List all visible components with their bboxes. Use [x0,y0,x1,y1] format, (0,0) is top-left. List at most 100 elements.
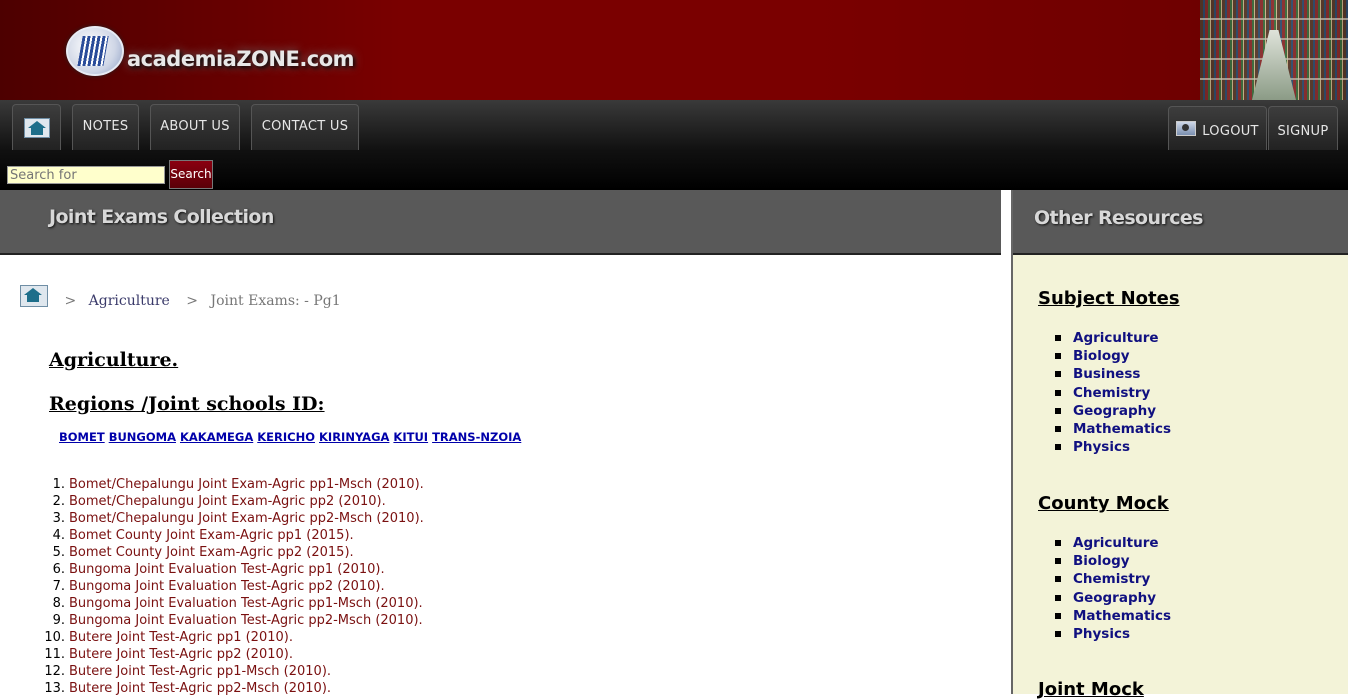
breadcrumb-current: Joint Exams: - Pg1 [210,293,341,309]
county-mock-link-chemistry[interactable]: Chemistry [1073,571,1150,587]
exam-paper-item: 13. Butere Joint Test-Agric pp2-Msch (201… [20,680,424,697]
home-icon [23,118,50,138]
subject-notes-item: Biology [1055,347,1171,365]
exam-paper-link[interactable]: Bungoma Joint Evaluation Test-Agric pp2-… [69,613,423,628]
subject-notes-link-agriculture[interactable]: Agriculture [1073,330,1159,346]
nav-about-label: ABOUT US [160,119,230,134]
joint-mock-heading[interactable]: Joint Mock [1038,679,1144,700]
county-mock-link-biology[interactable]: Biology [1073,553,1130,569]
exam-paper-number: 9. [52,613,65,628]
exam-paper-number: 11. [44,647,65,662]
breadcrumb: > Agriculture > Joint Exams: - Pg1 [20,285,341,309]
breadcrumb-subject-link[interactable]: Agriculture [89,293,170,309]
region-link-trans-nzoia[interactable]: TRANS-NZOIA [432,430,521,444]
county-mock-heading[interactable]: County Mock [1038,493,1169,514]
nav-contact-label: CONTACT US [261,119,349,134]
exam-paper-item: 1. Bomet/Chepalungu Joint Exam-Agric pp1-… [20,476,424,493]
exam-paper-number: 7. [52,579,65,594]
breadcrumb-separator: > [64,293,77,309]
exam-paper-link[interactable]: Bomet County Joint Exam-Agric pp1 (2015)… [69,528,354,543]
exam-paper-item: 6. Bungoma Joint Evaluation Test-Agric pp… [20,561,424,578]
exam-paper-item: 2. Bomet/Chepalungu Joint Exam-Agric pp2 … [20,493,424,510]
exam-paper-item: 8. Bungoma Joint Evaluation Test-Agric pp… [20,595,424,612]
exam-paper-item: 3. Bomet/Chepalungu Joint Exam-Agric pp2-… [20,510,424,527]
exam-paper-link[interactable]: Bungoma Joint Evaluation Test-Agric pp1-… [69,596,423,611]
exam-paper-link[interactable]: Bomet/Chepalungu Joint Exam-Agric pp1-Ms… [69,477,424,492]
subject-notes-link-physics[interactable]: Physics [1073,439,1130,455]
nav-logout-tab[interactable]: LOGOUT [1168,106,1267,150]
nav-notes-tab[interactable]: NOTES [72,104,139,150]
subject-notes-link-business[interactable]: Business [1073,366,1140,382]
exam-paper-item: 9. Bungoma Joint Evaluation Test-Agric pp… [20,612,424,629]
exam-paper-number: 3. [52,511,65,526]
exam-paper-link[interactable]: Bomet/Chepalungu Joint Exam-Agric pp2 (2… [69,494,386,509]
subject-notes-item: Chemistry [1055,384,1171,402]
exam-paper-number: 12. [44,664,65,679]
region-link-kakamega[interactable]: KAKAMEGA [180,430,253,444]
subject-notes-item: Agriculture [1055,329,1171,347]
nav-notes-label: NOTES [82,119,129,134]
logo-text[interactable]: academiaZONE.com [127,47,355,71]
subject-notes-link-chemistry[interactable]: Chemistry [1073,385,1150,401]
county-mock-item: Chemistry [1055,570,1171,588]
regions-links: BOMET BUNGOMA KAKAMEGA KERICHO KIRINYAGA KITU… [59,430,525,444]
nav-about-tab[interactable]: ABOUT US [150,104,240,150]
regions-heading: Regions /Joint schools ID: [49,393,325,415]
region-link-kericho[interactable]: KERICHO [257,430,315,444]
sidebar-header: Other Resources [1013,190,1348,255]
library-banner-image [1200,0,1348,100]
exam-paper-number: 6. [52,562,65,577]
exam-paper-link[interactable]: Bungoma Joint Evaluation Test-Agric pp1 … [69,562,385,577]
subject-notes-item: Geography [1055,402,1171,420]
exam-paper-link[interactable]: Butere Joint Test-Agric pp1 (2010). [69,630,293,645]
county-mock-link-mathematics[interactable]: Mathematics [1073,608,1171,624]
exam-paper-number: 4. [52,528,65,543]
nav-signup-tab[interactable]: SIGNUP [1268,106,1338,150]
subject-notes-link-mathematics[interactable]: Mathematics [1073,421,1171,437]
exam-paper-link[interactable]: Butere Joint Test-Agric pp2 (2010). [69,647,293,662]
search-button[interactable]: Search [169,160,213,189]
exam-paper-item: 10. Butere Joint Test-Agric pp1 (2010). [20,629,424,646]
county-mock-link-geography[interactable]: Geography [1073,590,1156,606]
subject-notes-link-geography[interactable]: Geography [1073,403,1156,419]
exam-paper-link[interactable]: Butere Joint Test-Agric pp1-Msch (2010). [69,664,331,679]
breadcrumb-separator: > [186,293,199,309]
county-mock-item: Geography [1055,589,1171,607]
subject-notes-link-biology[interactable]: Biology [1073,348,1130,364]
exam-papers-list: 1. Bomet/Chepalungu Joint Exam-Agric pp1-… [20,476,424,697]
exam-paper-item: 5. Bomet County Joint Exam-Agric pp2 (201… [20,544,424,561]
subject-notes-item: Mathematics [1055,420,1171,438]
subject-notes-list: Agriculture Biology Business Chemistry Geogr… [1055,329,1171,456]
nav-signup-label: SIGNUP [1277,124,1329,139]
region-link-kirinyaga[interactable]: KIRINYAGA [319,430,389,444]
exam-paper-link[interactable]: Bungoma Joint Evaluation Test-Agric pp2 … [69,579,385,594]
nav-contact-tab[interactable]: CONTACT US [251,104,359,150]
exam-paper-number: 13. [44,681,65,696]
exam-paper-link[interactable]: Bomet/Chepalungu Joint Exam-Agric pp2-Ms… [69,511,424,526]
site-header: academiaZONE.com [0,0,1348,100]
county-mock-item: Agriculture [1055,534,1171,552]
nav-logout-label: LOGOUT [1202,124,1259,139]
logo-icon[interactable] [66,26,124,76]
search-input[interactable] [7,166,165,184]
column-divider [1001,190,1013,694]
breadcrumb-home-icon[interactable] [20,285,48,307]
county-mock-list: Agriculture Biology Chemistry Geography Math… [1055,534,1171,643]
exam-paper-link[interactable]: Bomet County Joint Exam-Agric pp2 (2015)… [69,545,354,560]
subject-notes-heading[interactable]: Subject Notes [1038,288,1180,309]
sidebar-title: Other Resources [1034,207,1203,229]
page-title: Joint Exams Collection [49,206,274,228]
region-link-bungoma[interactable]: BUNGOMA [109,430,176,444]
region-link-bomet[interactable]: BOMET [59,430,105,444]
subject-notes-item: Physics [1055,438,1171,456]
nav-home-tab[interactable] [12,104,61,150]
exam-paper-item: 11. Butere Joint Test-Agric pp2 (2010). [20,646,424,663]
region-link-kitui[interactable]: KITUI [393,430,428,444]
user-icon [1176,121,1197,136]
exam-paper-number: 10. [44,630,65,645]
exam-paper-number: 2. [52,494,65,509]
exam-paper-item: 12. Butere Joint Test-Agric pp1-Msch (201… [20,663,424,680]
county-mock-link-agriculture[interactable]: Agriculture [1073,535,1159,551]
exam-paper-number: 8. [52,596,65,611]
county-mock-link-physics[interactable]: Physics [1073,626,1130,642]
